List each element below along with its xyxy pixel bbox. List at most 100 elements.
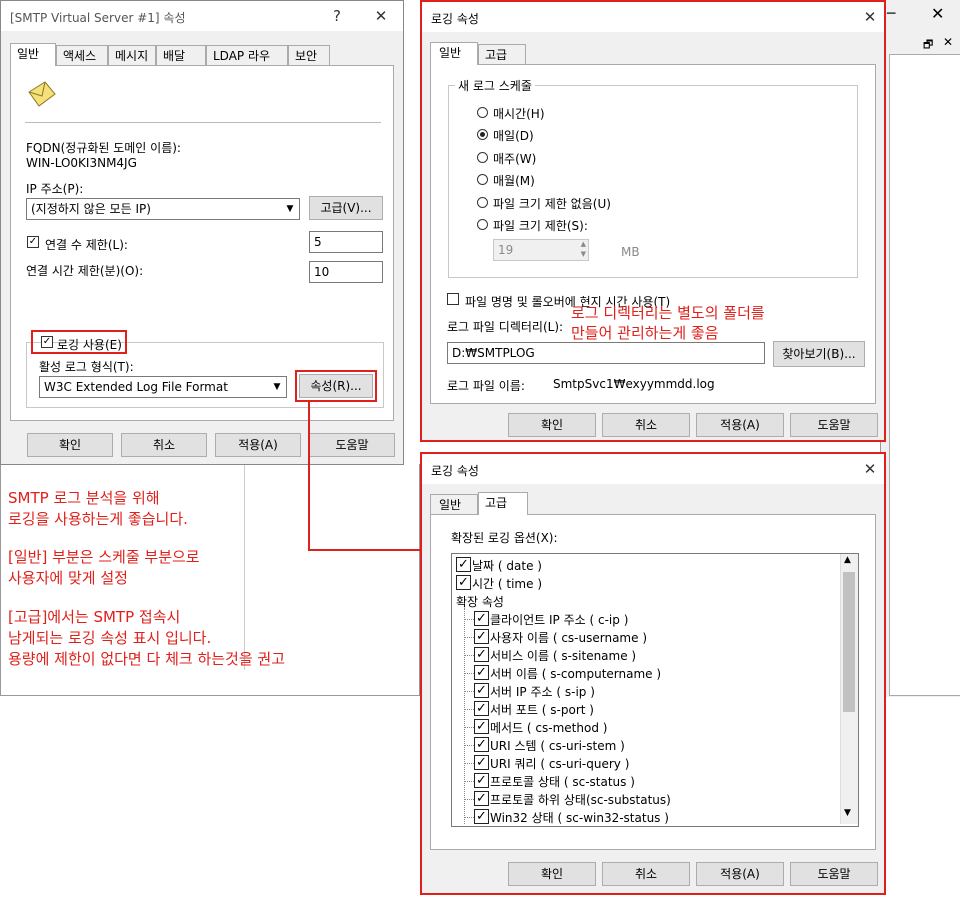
tree-branch-line xyxy=(464,637,474,638)
scrollbar[interactable]: ▲ ▼ xyxy=(840,554,858,824)
timeout-label: 연결 시간 제한(분)(O): xyxy=(26,264,144,278)
ok-button[interactable]: 확인 xyxy=(508,413,596,437)
scroll-up-icon[interactable]: ▲ xyxy=(844,555,851,565)
tree-item-label: 메서드 ( cs-method ) xyxy=(490,721,608,735)
radio-size-limit[interactable] xyxy=(477,219,488,230)
close-icon[interactable]: ✕ xyxy=(367,5,395,27)
tab-general[interactable]: 일반 xyxy=(430,42,478,65)
smtp-properties-dialog: [SMTP Virtual Server #1] 속성 ? ✕ 일반 액세스 메… xyxy=(0,0,404,465)
radio-unlimited-size-label: 파일 크기 제한 없음(U) xyxy=(493,197,611,211)
tree-item-label: 서버 포트 ( s-port ) xyxy=(490,703,594,717)
extended-property-checkbox[interactable]: ✓ xyxy=(474,791,489,806)
annotation-line: 사용자에 맞게 설정 xyxy=(8,569,128,587)
dialog-title: [SMTP Virtual Server #1] 속성 xyxy=(10,11,186,25)
close-icon[interactable]: ✕ xyxy=(856,458,884,480)
radio-weekly-label: 매주(W) xyxy=(493,152,537,166)
tab-advanced[interactable]: 고급 xyxy=(478,492,528,515)
extended-property-checkbox[interactable]: ✓ xyxy=(474,665,489,680)
advanced-button[interactable]: 고급(V)... xyxy=(309,196,383,220)
apply-button[interactable]: 적용(A) xyxy=(696,862,784,886)
tab-security[interactable]: 보안 xyxy=(288,45,330,65)
limit-connections-input[interactable]: 5 xyxy=(309,231,383,253)
ok-button[interactable]: 확인 xyxy=(508,862,596,886)
tab-ldap-routing[interactable]: LDAP 라우팅 xyxy=(206,45,288,83)
tree-item-label: Win32 상태 ( sc-win32-status ) xyxy=(490,811,669,825)
ip-address-select[interactable]: (지정하지 않은 모든 IP) ▼ xyxy=(26,198,300,220)
checkbox-time[interactable]: ✓ xyxy=(456,575,471,590)
radio-weekly[interactable] xyxy=(477,152,488,163)
extended-property-checkbox[interactable]: ✓ xyxy=(474,647,489,662)
tree-item-label: 클라이언트 IP 주소 ( c-ip ) xyxy=(490,613,629,627)
tab-general[interactable]: 일반 xyxy=(430,494,478,514)
local-time-checkbox[interactable] xyxy=(447,293,459,305)
extended-property-checkbox[interactable]: ✓ xyxy=(474,719,489,734)
extended-property-checkbox[interactable]: ✓ xyxy=(474,737,489,752)
help-button[interactable]: 도움말 xyxy=(790,413,878,437)
extended-property-checkbox[interactable]: ✓ xyxy=(474,809,489,824)
limit-connections-checkbox[interactable]: ✓ xyxy=(27,236,39,248)
extended-options-tree[interactable]: ✓ 날짜 ( date ) ✓ 시간 ( time ) 확장 속성 ✓ 클라이언트… xyxy=(451,553,859,827)
timeout-input[interactable]: 10 xyxy=(309,261,383,283)
tab-general[interactable]: 일반 xyxy=(10,43,56,66)
chevron-down-icon[interactable]: ▼ xyxy=(283,201,297,217)
title-bar: 로깅 속성 ✕ xyxy=(422,454,884,484)
ok-button[interactable]: 확인 xyxy=(27,433,113,457)
log-format-label: 활성 로그 형식(T): xyxy=(39,360,134,374)
radio-hourly[interactable] xyxy=(477,107,488,118)
tree-item-label: 프로토콜 하위 상태(sc-substatus) xyxy=(490,793,671,807)
spinner-up-icon[interactable]: ▲ xyxy=(581,240,586,249)
radio-size-limit-label: 파일 크기 제한(S): xyxy=(493,219,588,233)
extended-property-checkbox[interactable]: ✓ xyxy=(474,683,489,698)
radio-unlimited-size[interactable] xyxy=(477,197,488,208)
cancel-button[interactable]: 취소 xyxy=(121,433,207,457)
enable-logging-checkbox[interactable]: ✓ xyxy=(41,336,53,348)
file-size-value: 19 xyxy=(498,243,514,257)
tab-strip: 일반 고급 xyxy=(430,492,730,515)
schedule-group-label: 새 로그 스케줄 xyxy=(455,77,535,94)
log-dir-input[interactable]: D:₩SMTPLOG xyxy=(447,342,765,364)
extended-property-checkbox[interactable]: ✓ xyxy=(474,629,489,644)
checkbox-date[interactable]: ✓ xyxy=(456,557,471,572)
help-icon[interactable]: ? xyxy=(323,5,351,27)
help-button[interactable]: 도움말 xyxy=(790,862,878,886)
annotation-line: [고급]에서는 SMTP 접속시 xyxy=(8,608,181,626)
general-panel: FQDN(정규화된 도메인 이름): WIN-LO0KI3NM4JG IP 주소… xyxy=(10,65,394,421)
tree-branch-line xyxy=(464,655,474,656)
general-panel: 새 로그 스케줄 매시간(H) 매일(D) 매주(W) 매월(M) 파일 크기 … xyxy=(430,64,876,404)
limit-connections-label: 연결 수 제한(L): xyxy=(45,238,128,252)
tab-advanced[interactable]: 고급 xyxy=(478,44,526,64)
apply-button[interactable]: 적용(A) xyxy=(696,413,784,437)
extended-property-checkbox[interactable]: ✓ xyxy=(474,611,489,626)
scroll-down-icon[interactable]: ▼ xyxy=(844,808,851,818)
cancel-button[interactable]: 취소 xyxy=(602,862,690,886)
tree-item-label: 사용자 이름 ( cs-username ) xyxy=(490,631,647,645)
bg-close2-icon[interactable]: ✕ xyxy=(943,35,953,49)
close-icon[interactable]: ✕ xyxy=(856,6,884,28)
tab-access[interactable]: 액세스 xyxy=(56,45,108,65)
cancel-button[interactable]: 취소 xyxy=(602,413,690,437)
radio-monthly[interactable] xyxy=(477,174,488,185)
tab-delivery[interactable]: 배달 xyxy=(156,45,206,65)
tab-messages[interactable]: 메시지 xyxy=(108,45,156,65)
scroll-thumb[interactable] xyxy=(843,572,855,712)
bg-content xyxy=(889,54,960,696)
help-button[interactable]: 도움말 xyxy=(309,433,395,457)
bg-minimize-icon[interactable]: ─ xyxy=(887,6,895,22)
file-size-input[interactable]: 19 ▲ ▼ xyxy=(493,239,589,261)
log-format-select[interactable]: W3C Extended Log File Format ▼ xyxy=(39,376,287,398)
extended-property-checkbox[interactable]: ✓ xyxy=(474,755,489,770)
chevron-down-icon[interactable]: ▼ xyxy=(270,379,284,395)
log-properties-button[interactable]: 속성(R)... xyxy=(299,374,373,398)
radio-daily[interactable] xyxy=(477,129,488,140)
tree-item-label: URI 쿼리 ( cs-uri-query ) xyxy=(490,757,630,771)
spinner-down-icon[interactable]: ▼ xyxy=(581,250,586,259)
extended-property-checkbox[interactable]: ✓ xyxy=(474,773,489,788)
bg-close-icon[interactable]: ✕ xyxy=(931,4,944,23)
apply-button[interactable]: 적용(A) xyxy=(215,433,301,457)
browse-button[interactable]: 찾아보기(B)... xyxy=(773,341,865,367)
tree-branch-line xyxy=(464,619,474,620)
extended-property-checkbox[interactable]: ✓ xyxy=(474,701,489,716)
annotation-line: 남게되는 로깅 속성 표시 입니다. xyxy=(8,629,212,647)
logging-advanced-dialog: 로깅 속성 ✕ 일반 고급 확장된 로깅 옵션(X): ✓ 날짜 ( date … xyxy=(420,452,886,895)
bg-restore-icon[interactable]: 🗗 xyxy=(923,36,933,55)
